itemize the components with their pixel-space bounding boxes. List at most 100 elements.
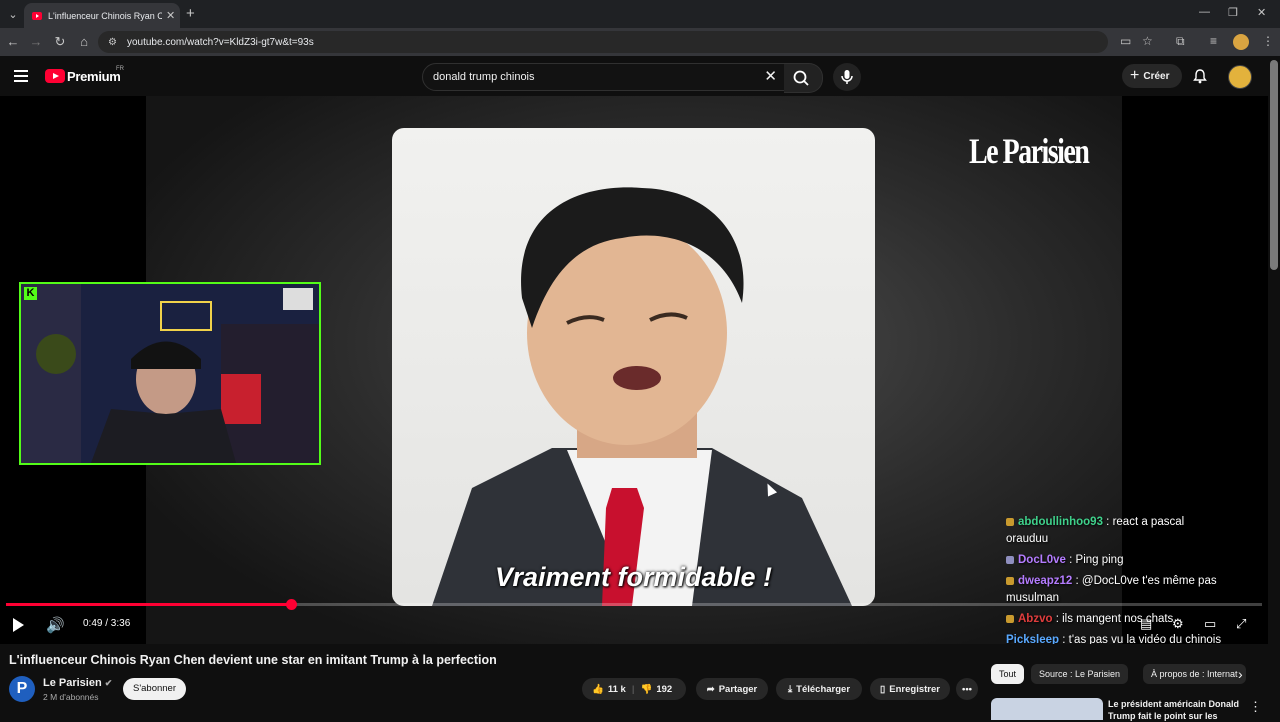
dislike-thumb-icon[interactable]: 👎: [640, 684, 652, 695]
dislike-count[interactable]: 192: [656, 684, 672, 695]
progress-bar[interactable]: [6, 599, 1262, 610]
address-bar[interactable]: ⚙ youtube.com/watch?v=KldZ3i-gt7w&t=93s: [98, 31, 1108, 53]
clear-search-icon[interactable]: ✕: [764, 67, 777, 85]
video-player[interactable]: Le Parisien Vraiment formidable ! K abdo…: [0, 96, 1268, 644]
time-display: 0:49 / 3:36: [83, 618, 131, 629]
tab-search-chevron-icon[interactable]: ⌄: [4, 5, 22, 23]
settings-gear-icon[interactable]: ⚙: [1172, 616, 1184, 632]
youtube-header: Premium FR donald trump chinois ✕ + Crée…: [0, 56, 1280, 96]
cast-icon[interactable]: ▭: [1120, 34, 1131, 48]
download-icon: ⤓: [787, 683, 793, 695]
search-query: donald trump chinois: [433, 71, 535, 83]
download-label: Télécharger: [796, 683, 851, 695]
user-avatar[interactable]: [1228, 65, 1252, 89]
minimize-button[interactable]: —: [1199, 6, 1210, 18]
premium-label[interactable]: Premium: [67, 69, 121, 84]
le-parisien-watermark: Le Parisien: [969, 131, 1090, 171]
bookmark-icon: ▯: [880, 683, 886, 695]
restore-button[interactable]: ❐: [1228, 6, 1238, 19]
more-actions-button[interactable]: •••: [956, 678, 978, 700]
search-input[interactable]: donald trump chinois ✕: [422, 63, 786, 91]
url-text: youtube.com/watch?v=KldZ3i-gt7w&t=93s: [126, 36, 314, 48]
chat-username: abdoullinhoo93: [1018, 516, 1103, 528]
like-dislike-group: 👍 11 k | 👎 192: [582, 678, 686, 700]
save-button[interactable]: ▯ Enregistrer: [870, 678, 950, 700]
chat-badge-icon: [1006, 576, 1014, 585]
subtitles-icon[interactable]: ▤: [1140, 616, 1152, 632]
plus-icon: +: [1130, 67, 1140, 84]
chat-badge-icon: [1006, 614, 1014, 623]
channel-avatar[interactable]: P: [9, 676, 35, 702]
browser-profile-avatar[interactable]: [1233, 34, 1249, 50]
chat-message: Abzvo : ils mangent nos chats: [1006, 611, 1222, 628]
fullscreen-icon[interactable]: ⤢: [1236, 616, 1246, 632]
chips-next-icon[interactable]: ›: [1238, 666, 1243, 682]
search-button[interactable]: [784, 63, 823, 93]
tab-title: L'influenceur Chinois Ryan Chen: [48, 10, 162, 21]
new-tab-button[interactable]: +: [186, 5, 195, 22]
browser-menu-icon[interactable]: ⋮: [1262, 34, 1274, 48]
save-label: Enregistrer: [889, 683, 940, 695]
like-divider: |: [631, 683, 635, 695]
chat-badge-icon: [1006, 555, 1014, 564]
volume-icon[interactable]: 🔊: [46, 616, 65, 634]
share-arrow-icon: ➦: [706, 683, 715, 695]
bookmark-star-icon[interactable]: ☆: [1142, 34, 1153, 48]
voice-search-button[interactable]: [833, 63, 861, 91]
youtube-logo-icon[interactable]: [45, 69, 65, 83]
speaker-figure: [432, 187, 852, 606]
video-frame: [392, 128, 875, 606]
progress-played: [6, 603, 292, 606]
chat-username: DocL0ve: [1018, 554, 1066, 566]
chat-message: dweapz12 : @DocL0ve t'es même pas musulm…: [1006, 573, 1222, 607]
tab-close-icon[interactable]: ✕: [166, 9, 175, 22]
chat-username: Picksleep: [1006, 634, 1060, 644]
browser-tab[interactable]: L'influenceur Chinois Ryan Chen ✕: [24, 3, 180, 28]
site-info-icon[interactable]: ⚙: [108, 37, 117, 48]
search-icon: [793, 70, 809, 86]
like-count[interactable]: 11 k: [608, 684, 626, 695]
chip-source[interactable]: Source : Le Parisien: [1031, 664, 1129, 684]
chat-badge-icon: [1006, 517, 1014, 526]
chat-text: : Ping ping: [1065, 554, 1124, 566]
region-code: FR: [116, 66, 124, 72]
share-button[interactable]: ➦ Partager: [696, 678, 768, 700]
page-scrollbar[interactable]: [1270, 60, 1278, 270]
create-label: Créer: [1143, 70, 1170, 82]
create-button[interactable]: + Créer: [1122, 64, 1182, 88]
menu-icon[interactable]: [14, 70, 28, 82]
channel-name[interactable]: Le Parisien ✔: [43, 677, 112, 689]
chat-text: : ils mangent nos chats: [1052, 613, 1174, 625]
reload-icon[interactable]: ↻: [52, 34, 68, 50]
share-label: Partager: [718, 683, 758, 695]
forward-icon[interactable]: →: [28, 34, 44, 49]
home-icon[interactable]: ⌂: [76, 34, 92, 49]
chip-all[interactable]: Tout: [991, 664, 1025, 684]
download-button[interactable]: ⤓ Télécharger: [776, 678, 862, 700]
streamer-webcam-overlay: K: [19, 282, 321, 465]
media-control-icon[interactable]: ≡: [1210, 34, 1217, 48]
like-thumb-icon[interactable]: 👍: [592, 684, 604, 695]
live-chat-overlay: abdoullinhoo93 : react a pascal orauduu …: [1006, 514, 1222, 644]
play-button[interactable]: [13, 618, 24, 632]
extensions-icon[interactable]: ⧉: [1176, 34, 1185, 49]
back-icon[interactable]: ←: [5, 34, 21, 49]
youtube-favicon-icon: [32, 11, 42, 20]
subscribe-button[interactable]: S'abonner: [123, 678, 186, 700]
recommended-title[interactable]: Le président américain Donald Trump fait…: [1108, 698, 1243, 722]
chat-message: Picksleep : t'as pas vu la vidéo du chin…: [1006, 632, 1222, 644]
subscriber-count: 2 M d'abonnés: [43, 692, 99, 702]
video-title: L'influenceur Chinois Ryan Chen devient …: [9, 653, 497, 667]
browser-toolbar: ← → ↻ ⌂ ⚙ youtube.com/watch?v=KldZ3i-gt7…: [0, 28, 1280, 56]
notifications-bell-icon[interactable]: [1192, 68, 1208, 84]
close-window-button[interactable]: ✕: [1257, 6, 1266, 19]
recommended-more-icon[interactable]: ⋮: [1249, 699, 1262, 715]
chat-message: DocL0ve : Ping ping: [1006, 552, 1222, 569]
recommended-thumbnail[interactable]: [991, 698, 1103, 720]
chip-about[interactable]: À propos de : Internat: [1143, 664, 1246, 684]
video-subtitle: Vraiment formidable !: [494, 562, 773, 592]
verified-badge-icon: ✔: [104, 678, 113, 688]
chat-username: dweapz12: [1018, 575, 1073, 587]
theater-mode-icon[interactable]: ▭: [1204, 616, 1216, 632]
webcam-scene: [21, 284, 319, 463]
